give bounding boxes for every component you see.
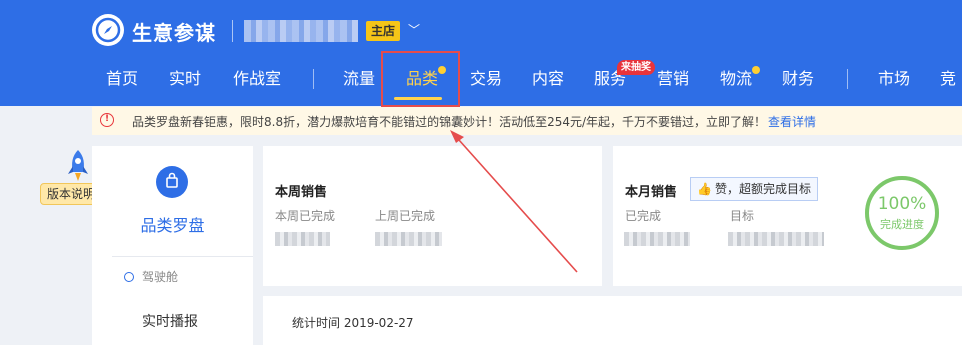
shop-switch-chevron-down-icon[interactable]: ﹀ [408,20,420,40]
sidebar: 品类罗盘 驾驶舱 实时播报 [92,146,253,345]
sidebar-section-cockpit[interactable]: 驾驶舱 [124,268,178,285]
cockpit-icon [124,272,134,282]
nav-competition[interactable]: 竞 [940,68,956,90]
nav-content[interactable]: 内容 [532,68,564,90]
top-header: 生意参谋 主店 ﹀ 首页 实时 作战室 流量 品类 交易 内容 服务 来抽奖 营… [0,0,962,106]
view-details-link[interactable]: 查看详情 [768,113,816,130]
nav-finance[interactable]: 财务 [782,68,814,90]
alert-icon: ! [100,113,114,127]
sidebar-section-label: 驾驶舱 [142,270,179,284]
this-week-label: 本周已完成 [275,209,336,223]
completed-label: 已完成 [625,209,662,223]
notice-text: 品类罗盘新春钜惠，限时8.8折，潜力爆款培育不能错过的锦囊妙计！活动低至254元… [132,115,767,129]
category-highlight-box [381,51,460,107]
nav-home[interactable]: 首页 [106,68,138,90]
last-week-label: 上周已完成 [375,209,436,223]
shop-type-badge: 主店 [366,21,401,41]
completed-value-redacted [624,232,690,246]
promo-notice-bar: ! 品类罗盘新春钜惠，限时8.8折，潜力爆款培育不能错过的锦囊妙计！活动低至25… [92,107,962,135]
completion-label: 完成进度 [880,218,924,231]
nav-logistics[interactable]: 物流 [720,68,752,90]
weekly-sales-title: 本周销售 [275,185,328,200]
last-week-value-redacted [375,232,442,246]
target-value-redacted [728,232,824,246]
praise-text: 赞，超额完成目标 [714,182,811,196]
nav-traffic[interactable]: 流量 [343,68,375,90]
sidebar-title[interactable]: 品类罗盘 [92,212,253,236]
brand-name: 生意参谋 [132,21,216,45]
this-week-value-redacted [275,232,330,246]
category-compass-icon [156,166,188,198]
nav-marketing[interactable]: 营销 [657,68,689,90]
stat-time: 统计时间 2019-02-27 [292,316,414,330]
shop-name-redacted [244,20,358,42]
nav-divider [313,69,314,89]
sidebar-item-realtime[interactable]: 实时播报 [142,311,198,331]
praise-tag: 👍 赞，超额完成目标 [690,177,818,201]
thumbs-up-icon: 👍 [697,182,712,196]
brand-divider [232,20,233,42]
nav-war-room[interactable]: 作战室 [233,68,281,90]
nav-market[interactable]: 市场 [878,68,910,90]
compass-logo-icon[interactable] [92,14,124,46]
monthly-sales-title: 本月销售 [625,185,678,200]
sidebar-divider [112,256,253,257]
nav-logistics-dot [752,66,760,74]
target-label: 目标 [730,209,755,223]
nav-divider [847,69,848,89]
lottery-badge: 来抽奖 [617,60,655,75]
completion-percent: 100% [877,194,927,214]
nav-realtime[interactable]: 实时 [169,68,201,90]
nav-transaction[interactable]: 交易 [470,68,502,90]
